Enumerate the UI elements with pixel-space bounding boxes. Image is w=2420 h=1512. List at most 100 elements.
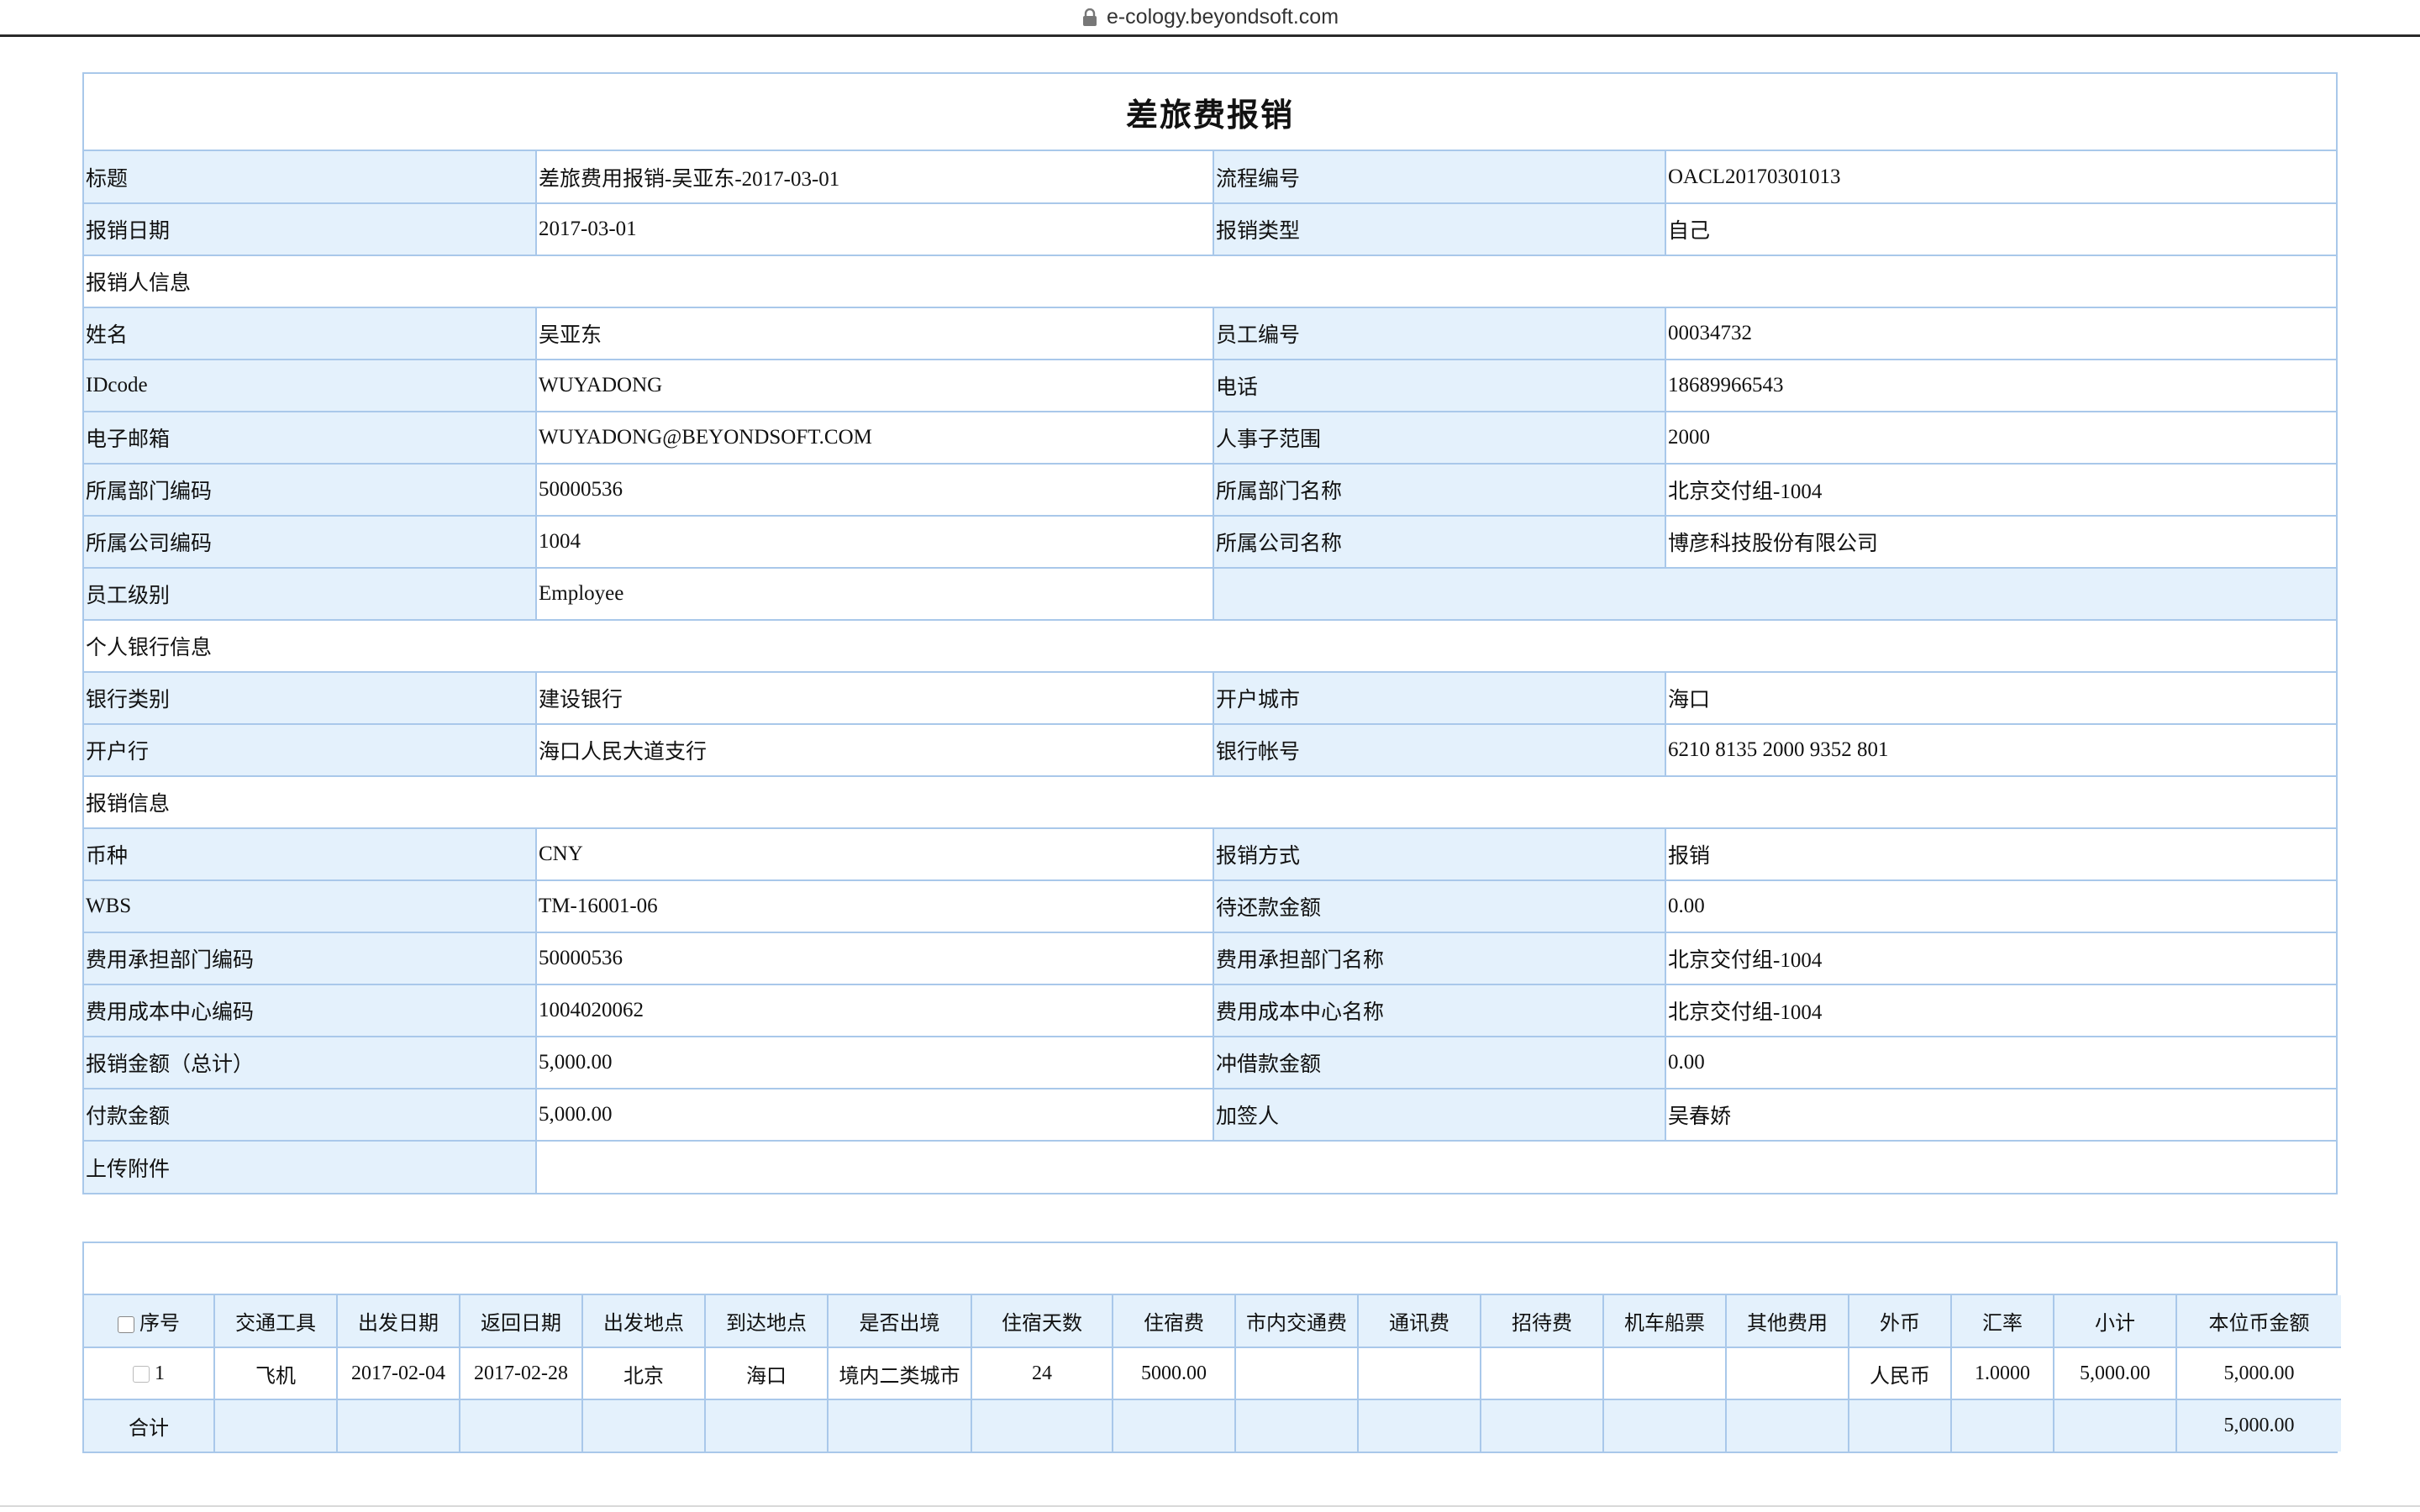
field-label: 报销日期 xyxy=(84,202,537,256)
cell-value: 2017-02-28 xyxy=(474,1362,568,1384)
column-header-label: 住宿费 xyxy=(1144,1313,1204,1335)
row-checkbox[interactable] xyxy=(133,1365,150,1383)
column-header-label: 市内交通费 xyxy=(1246,1313,1347,1335)
field-label: 开户城市 xyxy=(1213,671,1666,725)
field-value: 2000 xyxy=(1665,411,2336,465)
table-cell: 5,000.00 xyxy=(2053,1347,2177,1400)
field-value: 6210 8135 2000 9352 801 xyxy=(1665,723,2336,777)
column-header: 通讯费 xyxy=(1357,1295,1481,1348)
field-value: 博彦科技股份有限公司 xyxy=(1665,515,2336,569)
section-header: 个人银行信息 xyxy=(84,619,2336,673)
field-value: 北京交付组-1004 xyxy=(1665,932,2336,985)
field-label: 流程编号 xyxy=(1213,151,1666,204)
total-value: 5,000.00 xyxy=(2175,1399,2341,1452)
field-value: 吴亚东 xyxy=(535,307,1214,360)
cell-value: 2017-02-04 xyxy=(351,1362,445,1384)
total-empty-cell xyxy=(704,1399,829,1452)
field-label: 冲借款金额 xyxy=(1213,1036,1666,1089)
field-label: 银行类别 xyxy=(84,671,537,725)
column-header: 市内交通费 xyxy=(1234,1295,1359,1348)
column-header-label: 出发日期 xyxy=(358,1313,439,1335)
column-header: 小计 xyxy=(2053,1295,2177,1348)
total-label: 合计 xyxy=(84,1399,215,1452)
column-header-label: 到达地点 xyxy=(726,1313,807,1335)
column-header-label: 机车船票 xyxy=(1624,1313,1705,1335)
column-header: 机车船票 xyxy=(1602,1295,1727,1348)
field-label: 费用承担部门编码 xyxy=(84,932,537,985)
column-header: 住宿费 xyxy=(1112,1295,1236,1348)
cell-value: 人民币 xyxy=(1870,1365,1930,1388)
field-value: 海口人民大道支行 xyxy=(535,723,1214,777)
cell-value: 飞机 xyxy=(255,1365,296,1388)
field-value: 5,000.00 xyxy=(535,1088,1214,1142)
browser-address-bar[interactable]: e-cology.beyondsoft.com xyxy=(0,0,2420,37)
cell-value: 24 xyxy=(1032,1362,1052,1384)
upload-attachment-area[interactable] xyxy=(535,1140,2336,1193)
cell-value: 1.0000 xyxy=(1975,1362,2030,1384)
form-row: 费用成本中心编码 1004020062 费用成本中心名称 北京交付组-1004 xyxy=(84,984,2336,1037)
column-header: 是否出境 xyxy=(827,1295,972,1348)
column-header-label: 出发地点 xyxy=(603,1313,684,1335)
field-value: Employee xyxy=(535,567,1214,621)
field-label: 报销方式 xyxy=(1213,827,1666,881)
cell-value: 5000.00 xyxy=(1141,1362,1207,1384)
field-value: 差旅费用报销-吴亚东-2017-03-01 xyxy=(535,151,1214,204)
column-header-label: 本位币金额 xyxy=(2208,1313,2310,1335)
total-empty-cell xyxy=(1725,1399,1849,1452)
detail-header-row: 序号 交通工具 出发日期 返回日期 出发地点 到达地点 是否出境 住宿天数 住宿费 市内交通费 通讯… xyxy=(84,1295,2341,1348)
field-value: 5,000.00 xyxy=(535,1036,1214,1089)
form-row: 个人银行信息 xyxy=(84,619,2336,673)
table-cell xyxy=(1357,1347,1481,1400)
form-row: 电子邮箱 WUYADONG@BEYONDSOFT.COM 人事子范围 2000 xyxy=(84,411,2336,465)
cell-value: 北京 xyxy=(623,1365,664,1388)
total-empty-cell xyxy=(1848,1399,1952,1452)
field-value: 自己 xyxy=(1665,202,2336,256)
select-all-checkbox[interactable] xyxy=(118,1316,134,1334)
column-header: 招待费 xyxy=(1480,1295,1604,1348)
total-empty-cell xyxy=(1950,1399,2054,1452)
field-label: 所属公司名称 xyxy=(1213,515,1666,569)
field-label: 加签人 xyxy=(1213,1088,1666,1142)
table-cell xyxy=(1725,1347,1849,1400)
column-header-label: 通讯费 xyxy=(1389,1313,1449,1335)
column-header: 交通工具 xyxy=(213,1295,338,1348)
form-row: 标题 差旅费用报销-吴亚东-2017-03-01 流程编号 OACL201703010… xyxy=(84,151,2336,204)
field-value: 2017-03-01 xyxy=(535,202,1214,256)
form-row: 所属公司编码 1004 所属公司名称 博彦科技股份有限公司 xyxy=(84,515,2336,569)
cell-value: 1 xyxy=(155,1362,165,1384)
field-label: 币种 xyxy=(84,827,537,881)
field-value: 50000536 xyxy=(535,932,1214,985)
column-header-label: 住宿天数 xyxy=(1002,1313,1082,1335)
field-label: 报销金额（总计） xyxy=(84,1036,537,1089)
field-value: 吴春娇 xyxy=(1665,1088,2336,1142)
field-label: 费用承担部门名称 xyxy=(1213,932,1666,985)
column-header: 出发地点 xyxy=(581,1295,706,1348)
table-cell: 5000.00 xyxy=(1112,1347,1236,1400)
column-header-label: 是否出境 xyxy=(859,1313,940,1335)
field-label: 银行帐号 xyxy=(1213,723,1666,777)
table-cell: 5,000.00 xyxy=(2175,1347,2341,1400)
table-cell: 海口 xyxy=(704,1347,829,1400)
form-row: WBS TM-16001-06 待还款金额 0.00 xyxy=(84,879,2336,933)
field-label: 费用成本中心编码 xyxy=(84,984,537,1037)
total-empty-cell xyxy=(2053,1399,2177,1452)
detail-toolbar xyxy=(84,1243,2336,1295)
field-value: 北京交付组-1004 xyxy=(1665,984,2336,1037)
table-cell: 1.0000 xyxy=(1950,1347,2054,1400)
column-header: 外币 xyxy=(1848,1295,1952,1348)
form-row: 上传附件 xyxy=(84,1140,2336,1193)
table-cell: 2017-02-04 xyxy=(336,1347,460,1400)
table-cell: 1 xyxy=(84,1347,215,1400)
column-header-label: 返回日期 xyxy=(481,1313,561,1335)
table-row: 1 飞机 2017-02-04 2017-02-28 北京 海口 境内二类城市 24 5000.… xyxy=(84,1347,2341,1400)
table-cell: 24 xyxy=(971,1347,1113,1400)
total-empty-cell xyxy=(1234,1399,1359,1452)
field-label: IDcode xyxy=(84,359,537,412)
table-cell xyxy=(1234,1347,1359,1400)
form-row: 姓名 吴亚东 员工编号 00034732 xyxy=(84,307,2336,360)
section-header: 报销信息 xyxy=(84,775,2336,829)
column-header: 汇率 xyxy=(1950,1295,2054,1348)
field-label: 所属部门名称 xyxy=(1213,463,1666,517)
field-label: 开户行 xyxy=(84,723,537,777)
table-cell: 2017-02-28 xyxy=(459,1347,583,1400)
